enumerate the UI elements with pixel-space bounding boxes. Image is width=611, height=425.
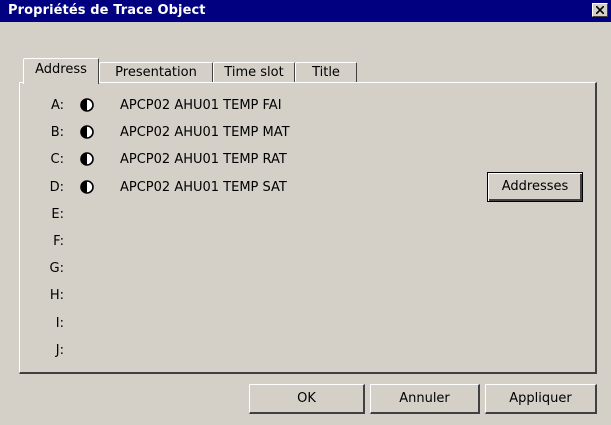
trace-row[interactable]: J: (20, 340, 480, 362)
apply-button[interactable]: Appliquer (485, 384, 597, 414)
half-filled-circle-icon[interactable] (80, 152, 94, 167)
tab-presentation[interactable]: Presentation (99, 62, 213, 83)
trace-letter: E: (51, 206, 64, 222)
trace-letter: F: (53, 234, 64, 249)
addresses-button-label: Addresses (501, 179, 569, 194)
half-filled-circle-icon[interactable] (80, 125, 94, 139)
apply-button-label: Appliquer (509, 391, 572, 406)
ok-button-label: OK (297, 391, 316, 406)
trace-row[interactable]: E: (20, 204, 480, 226)
trace-letter: I: (55, 315, 64, 331)
half-filled-circle-icon[interactable] (80, 98, 94, 112)
tab-presentation-label: Presentation (115, 65, 197, 80)
ok-button[interactable]: OK (249, 384, 365, 414)
address-panel: A: APCP02 AHU01 TEMP FAI B: APCP02 AHU01 TE… (19, 82, 597, 374)
cancel-button-label: Annuler (399, 391, 450, 406)
trace-row[interactable]: G: (20, 258, 480, 280)
trace-row[interactable]: B: APCP02 AHU01 TEMP MAT (20, 122, 480, 144)
trace-letter: C: (50, 152, 64, 168)
addresses-button[interactable]: Addresses (487, 172, 583, 202)
tab-title[interactable]: Title (295, 62, 357, 83)
trace-letter: G: (49, 261, 64, 277)
trace-letter: B: (50, 125, 64, 141)
trace-letter: D: (49, 179, 64, 195)
half-filled-circle-icon[interactable] (80, 179, 94, 194)
trace-name: APCP02 AHU01 TEMP RAT (120, 152, 287, 168)
close-button[interactable] (592, 3, 608, 17)
properties-dialog: Propriétés de Trace Object Address Prese… (0, 0, 611, 425)
trace-letter: H: (49, 288, 64, 304)
trace-name: APCP02 AHU01 TEMP FAI (120, 98, 282, 113)
tab-time-slot[interactable]: Time slot (213, 62, 295, 83)
trace-name: APCP02 AHU01 TEMP MAT (120, 125, 290, 141)
cancel-button[interactable]: Annuler (370, 384, 480, 414)
close-icon (596, 6, 604, 14)
trace-name: APCP02 AHU01 TEMP SAT (120, 179, 287, 195)
trace-row[interactable]: C: APCP02 AHU01 TEMP RAT (20, 149, 480, 171)
tab-address[interactable]: Address (23, 58, 99, 84)
trace-row[interactable]: H: (20, 285, 480, 307)
trace-row[interactable]: D: APCP02 AHU01 TEMP SAT (20, 177, 480, 199)
tab-time-slot-label: Time slot (224, 65, 284, 80)
trace-row[interactable]: F: (20, 231, 480, 253)
trace-letter: A: (50, 98, 64, 113)
tab-title-label: Title (312, 65, 340, 80)
tab-address-label: Address (35, 62, 87, 77)
trace-row[interactable]: I: (20, 313, 480, 335)
trace-letter: J: (55, 342, 64, 358)
trace-row[interactable]: A: APCP02 AHU01 TEMP FAI (20, 95, 480, 117)
window-title: Propriétés de Trace Object (8, 3, 206, 18)
title-bar[interactable]: Propriétés de Trace Object (0, 0, 611, 22)
